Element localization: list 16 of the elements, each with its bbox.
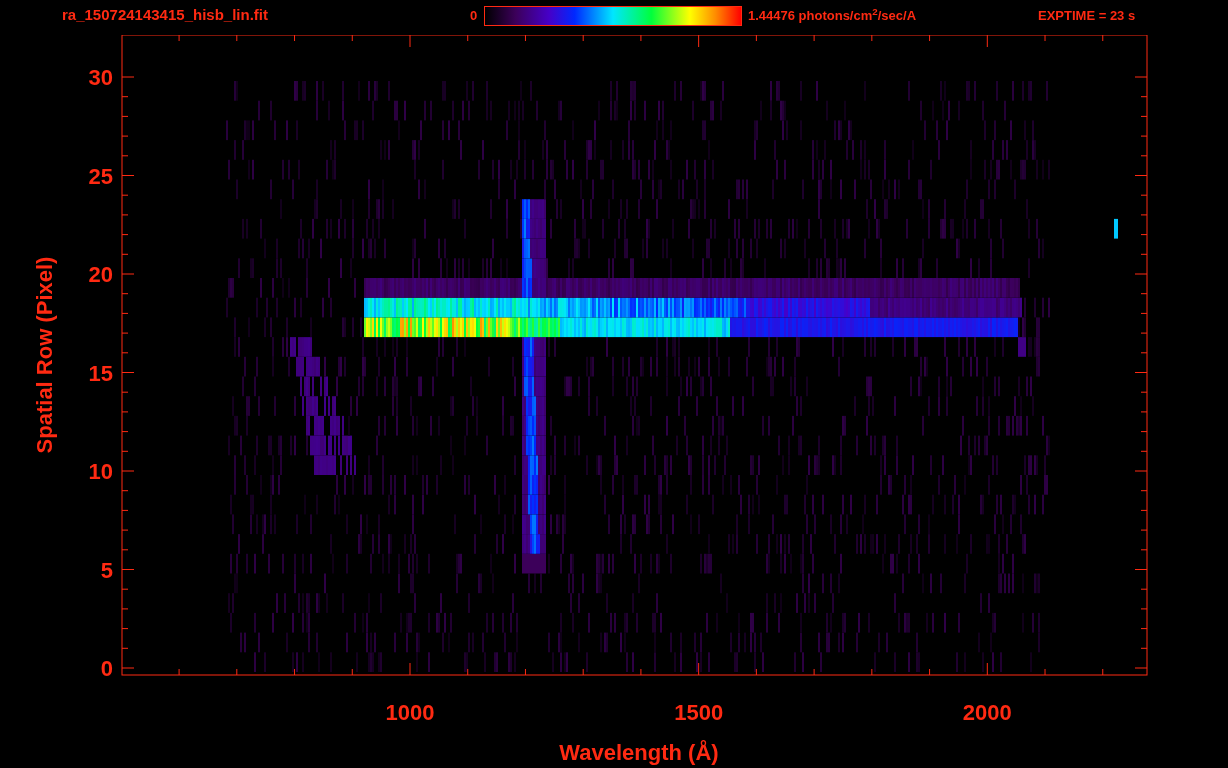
y-tick-label: 15 bbox=[88, 360, 113, 386]
y-tick-label: 20 bbox=[88, 262, 113, 287]
x-axis-title: Wavelength (Å) bbox=[559, 740, 719, 766]
y-axis-title: Spatial Row (Pixel) bbox=[32, 256, 57, 454]
y-tick-label: 30 bbox=[88, 65, 113, 90]
colorbar-min-label: 0 bbox=[470, 6, 479, 25]
x-tick-label: 1500 bbox=[674, 700, 724, 725]
x-tick-label: 1000 bbox=[385, 700, 435, 725]
y-tick-label: 0 bbox=[100, 656, 113, 681]
colorbar-max-label: 1.44476 photons/cm$^{2}$/sec/A bbox=[748, 5, 918, 25]
y-tick-label: 25 bbox=[88, 163, 113, 189]
y-tick-label: 10 bbox=[88, 459, 113, 484]
exposure-time: EXPTIME = 23 s bbox=[1038, 6, 1136, 25]
y-tick-label: 5 bbox=[100, 557, 113, 583]
file-name: ra_150724143415_hisb_lin.fit bbox=[62, 5, 269, 26]
x-tick-label: 2000 bbox=[962, 700, 1012, 725]
